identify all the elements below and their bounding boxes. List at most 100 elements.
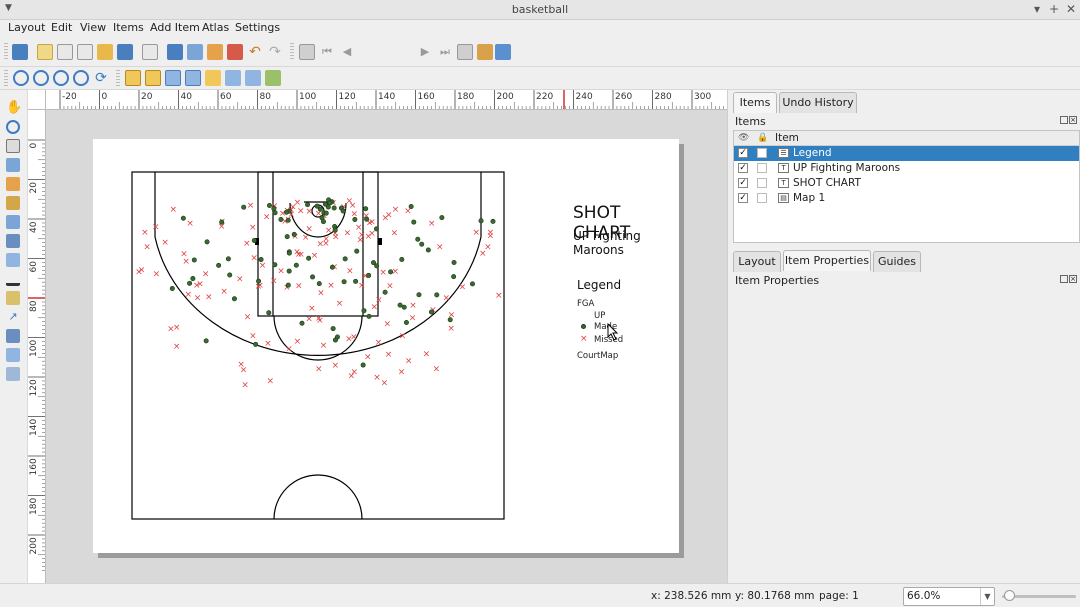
items-list[interactable]: 👁 🔒 Item ✓ ☰ Legend ✓ T UP Fighting Maro… — [733, 130, 1080, 243]
close-panel-icon[interactable]: × — [1069, 116, 1077, 124]
add-legend-icon[interactable] — [6, 253, 20, 267]
distribute-icon[interactable] — [245, 70, 261, 86]
tab-layout[interactable]: Layout — [733, 251, 781, 272]
tab-items[interactable]: Items — [733, 92, 777, 113]
export-svg-icon[interactable] — [207, 44, 223, 60]
zoom-actual-icon[interactable] — [53, 70, 69, 86]
item-row-map[interactable]: ✓ ▤ Map 1 — [734, 191, 1079, 206]
lock-checkbox[interactable] — [757, 163, 767, 173]
toolbar-grip[interactable] — [4, 43, 8, 61]
vertical-ruler[interactable]: 0 20 40 60 80 100 120 140 160 180 200 — [28, 110, 46, 583]
save-icon[interactable] — [12, 44, 28, 60]
float-icon[interactable] — [1060, 116, 1068, 124]
zoom-combobox[interactable]: 66.0% ▼ — [903, 587, 995, 606]
visibility-checkbox[interactable]: ✓ — [738, 163, 748, 173]
add-scalebar-icon[interactable] — [6, 272, 20, 286]
edit-nodes-icon[interactable] — [6, 177, 20, 191]
close-icon[interactable]: ✕ — [1064, 2, 1078, 16]
export-atlas-icon[interactable] — [477, 44, 493, 60]
visibility-checkbox[interactable]: ✓ — [738, 193, 748, 203]
menu-view[interactable]: View — [80, 21, 106, 34]
layout-page[interactable]: × × × × × × × × × × × × × × × × × × × × × × × × × × × × × × × × × × × × × × × ×… — [93, 139, 679, 553]
add-label-icon[interactable] — [6, 234, 20, 248]
menu-layout[interactable]: Layout — [8, 21, 45, 34]
menu-add-item[interactable]: Add Item — [150, 21, 200, 34]
undo-icon[interactable]: ↶ — [247, 44, 263, 60]
made-shot-marker — [258, 257, 264, 263]
item-row-title[interactable]: ✓ T SHOT CHART — [734, 176, 1079, 191]
zoom-out-icon[interactable] — [33, 70, 49, 86]
title-bar: ▼ basketball ▾ + ✕ — [0, 0, 1080, 20]
missed-shot-marker: × — [348, 371, 356, 381]
map-type-icon: ▤ — [778, 193, 789, 203]
menu-atlas[interactable]: Atlas — [202, 21, 229, 34]
layout-manager-icon[interactable] — [77, 44, 93, 60]
visibility-checkbox[interactable]: ✓ — [738, 148, 748, 158]
add-html-icon[interactable] — [6, 348, 20, 362]
float-icon[interactable] — [1060, 275, 1068, 283]
atlas-settings-icon[interactable] — [495, 44, 511, 60]
align-left-icon[interactable] — [205, 70, 221, 86]
maximize-icon[interactable]: + — [1047, 2, 1061, 16]
export-pdf-icon[interactable] — [227, 44, 243, 60]
next-feature-icon[interactable]: ▶ — [417, 44, 433, 60]
group-items-icon[interactable] — [125, 70, 141, 86]
add-node-item-icon[interactable] — [6, 329, 20, 343]
export-image-icon[interactable] — [187, 44, 203, 60]
map-item-court[interactable]: ×××××××××××××××××××××××××××××××××××××× ××… — [93, 139, 679, 553]
previous-feature-icon[interactable]: ◀ — [339, 44, 355, 60]
pan-icon[interactable]: ✋ — [6, 101, 22, 115]
close-panel-icon[interactable]: × — [1069, 275, 1077, 283]
horizontal-ruler[interactable]: -20 0 20 40 60 80 100 120 140 160 180 200 220 240 260 2… — [46, 90, 727, 110]
add-arrow-icon[interactable]: ↗ — [6, 310, 20, 324]
item-row-legend[interactable]: ✓ ☰ Legend — [734, 146, 1079, 161]
toolbar-grip[interactable] — [116, 70, 120, 87]
redo-icon[interactable]: ↷ — [267, 44, 283, 60]
menu-settings[interactable]: Settings — [235, 21, 280, 34]
lock-checkbox[interactable] — [757, 178, 767, 188]
select-move-icon[interactable] — [6, 139, 20, 153]
raise-items-icon[interactable] — [165, 70, 181, 86]
layout-subtitle[interactable]: UP Fighting Maroons — [573, 229, 679, 257]
zoom-tool-icon[interactable] — [6, 120, 20, 134]
minimize-icon[interactable]: ▾ — [1030, 2, 1044, 16]
tab-item-properties[interactable]: Item Properties — [783, 250, 871, 271]
add-attribute-table-icon[interactable] — [6, 367, 20, 381]
item-row-subtitle[interactable]: ✓ T UP Fighting Maroons — [734, 161, 1079, 176]
menu-items[interactable]: Items — [113, 21, 144, 34]
ruler-label: -20 — [62, 92, 77, 102]
refresh-icon[interactable]: ⟳ — [93, 70, 109, 86]
zoom-full-icon[interactable] — [73, 70, 89, 86]
add-map-icon[interactable] — [6, 196, 20, 210]
lower-items-icon[interactable] — [185, 70, 201, 86]
toolbar-grip[interactable] — [290, 43, 294, 61]
first-feature-icon[interactable]: ⏮ — [319, 44, 335, 60]
move-content-icon[interactable] — [6, 158, 20, 172]
chevron-down-icon[interactable]: ▼ — [980, 588, 994, 605]
last-feature-icon[interactable]: ⏭ — [437, 44, 453, 60]
add-shape-icon[interactable] — [6, 291, 20, 305]
zoom-in-icon[interactable] — [13, 70, 29, 86]
print-atlas-icon[interactable] — [457, 44, 473, 60]
missed-shot-marker: × — [365, 232, 373, 242]
layout-canvas[interactable]: × × × × × × × × × × × × × × × × × × × × × × × × × × × × × × × × × × × × × × × ×… — [46, 110, 727, 583]
toolbar-grip[interactable] — [4, 70, 8, 87]
zoom-slider-handle[interactable] — [1004, 590, 1015, 601]
menu-edit[interactable]: Edit — [51, 21, 72, 34]
resize-icon[interactable] — [265, 70, 281, 86]
tab-guides[interactable]: Guides — [873, 251, 921, 272]
save-template-icon[interactable] — [117, 44, 133, 60]
visibility-checkbox[interactable]: ✓ — [738, 178, 748, 188]
lock-checkbox[interactable] — [757, 148, 767, 158]
atlas-preview-icon[interactable] — [299, 44, 315, 60]
page-setup-icon[interactable] — [142, 44, 158, 60]
tab-undo-history[interactable]: Undo History — [779, 92, 857, 113]
print-icon[interactable] — [167, 44, 183, 60]
align-center-icon[interactable] — [225, 70, 241, 86]
open-template-icon[interactable] — [97, 44, 113, 60]
add-picture-icon[interactable] — [6, 215, 20, 229]
ungroup-items-icon[interactable] — [145, 70, 161, 86]
duplicate-layout-icon[interactable] — [57, 44, 73, 60]
lock-checkbox[interactable] — [757, 193, 767, 203]
new-layout-icon[interactable] — [37, 44, 53, 60]
